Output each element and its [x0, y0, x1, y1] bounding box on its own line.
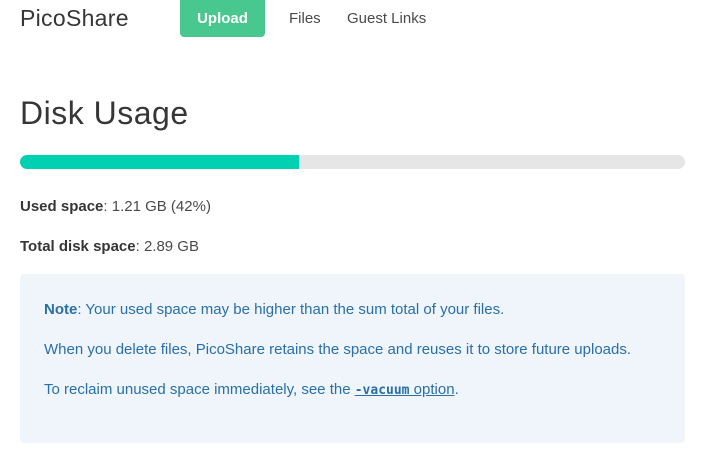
total-disk-space-value: : 2.89 GB [135, 238, 199, 255]
info-notification: Note: Your used space may be higher than… [20, 274, 685, 443]
delete-files-paragraph: When you delete files, PicoShare retains… [44, 341, 632, 358]
note-paragraph: Note: Your used space may be higher than… [44, 298, 661, 322]
reclaim-suffix: . [454, 381, 459, 398]
upload-button[interactable]: Upload [180, 0, 265, 37]
nav-files-link[interactable]: Files [289, 10, 321, 27]
disk-usage-progress-bar [20, 155, 685, 169]
total-disk-space-stat: Total disk space: 2.89 GB [20, 238, 199, 255]
used-space-label: Used space [20, 198, 104, 215]
note-label: Note [44, 301, 78, 318]
vacuum-option-link[interactable]: -vacuum option [355, 381, 455, 398]
reclaim-prefix: To reclaim unused space immediately, see… [44, 381, 355, 398]
used-space-value: : 1.21 GB (42%) [103, 198, 211, 215]
total-disk-space-label: Total disk space [20, 238, 136, 255]
nav-guest-links-link[interactable]: Guest Links [347, 10, 426, 27]
brand-logo[interactable]: PicoShare [20, 5, 129, 32]
vacuum-code: -vacuum [354, 383, 410, 398]
disk-usage-progress-fill [20, 155, 300, 169]
note-text: : Your used space may be higher than the… [77, 301, 505, 318]
vacuum-link-suffix: option [409, 381, 455, 398]
reclaim-paragraph: To reclaim unused space immediately, see… [44, 378, 661, 403]
page-title: Disk Usage [20, 95, 189, 131]
navbar: PicoShare Upload Files Guest Links [0, 0, 716, 38]
used-space-stat: Used space: 1.21 GB (42%) [20, 198, 211, 215]
